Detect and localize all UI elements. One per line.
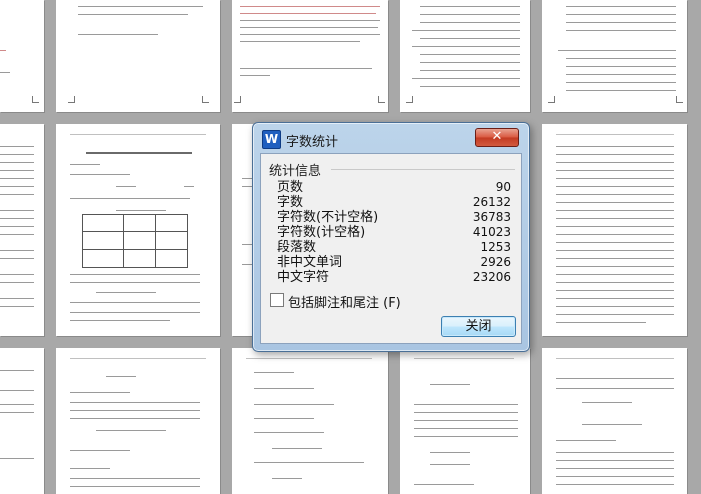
page-thumbnail[interactable] [542,0,687,112]
wps-writer-icon: W [262,130,281,149]
stat-row-words: 字数 26132 [277,195,511,210]
page-thumbnail[interactable] [56,348,220,494]
stat-label: 页数 [277,180,304,195]
page-thumbnail[interactable] [56,124,220,336]
page-thumbnail[interactable] [232,348,388,494]
stat-row-chars-with-spaces: 字符数(计空格) 41023 [277,225,511,240]
include-footnotes-label[interactable]: 包括脚注和尾注 (F) [288,292,401,311]
stat-value: 23206 [472,270,511,284]
page-thumbnail[interactable] [542,124,687,336]
stat-row-chars-no-spaces: 字符数(不计空格) 36783 [277,210,511,225]
stat-value: 41023 [472,225,511,239]
close-button[interactable]: 关闭 [441,316,516,337]
page-thumbnail[interactable] [542,348,687,494]
page-thumbnail[interactable] [232,0,388,112]
page-thumbnail[interactable] [56,0,220,112]
stat-label: 字符数(不计空格) [277,210,379,225]
stat-row-paragraphs: 段落数 1253 [277,240,511,255]
stat-label: 中文字符 [277,270,330,285]
stat-value: 90 [495,180,511,194]
page-thumbnail[interactable] [0,0,44,112]
stat-value: 2926 [480,255,511,269]
stat-value: 26132 [472,195,511,209]
page-thumbnail[interactable] [0,124,44,336]
page-thumbnail[interactable] [0,348,44,494]
page-thumbnail[interactable] [400,0,530,112]
stat-label: 段落数 [277,240,317,255]
include-footnotes-checkbox[interactable] [270,293,284,307]
stat-row-pages: 页数 90 [277,180,511,195]
stat-row-non-chinese-words: 非中文单词 2926 [277,255,511,270]
stat-value: 36783 [472,210,511,224]
word-count-dialog: W 字数统计 ✕ 统计信息 页数 90 字数 26132 字符数(不计空格) 3… [252,122,530,352]
dialog-body: 统计信息 页数 90 字数 26132 字符数(不计空格) 36783 字符数(… [260,153,522,344]
statistics-group-label: 统计信息 [269,164,322,179]
stat-label: 字符数(计空格) [277,225,366,240]
group-divider [331,169,515,170]
stat-label: 非中文单词 [277,255,343,270]
dialog-titlebar[interactable]: W 字数统计 ✕ [253,123,529,153]
stat-row-chinese-chars: 中文字符 23206 [277,270,511,285]
close-icon[interactable]: ✕ [475,128,519,147]
page-thumbnail[interactable] [400,348,530,494]
dialog-title: 字数统计 [286,135,339,150]
stat-label: 字数 [277,195,304,210]
stat-value: 1253 [480,240,511,254]
